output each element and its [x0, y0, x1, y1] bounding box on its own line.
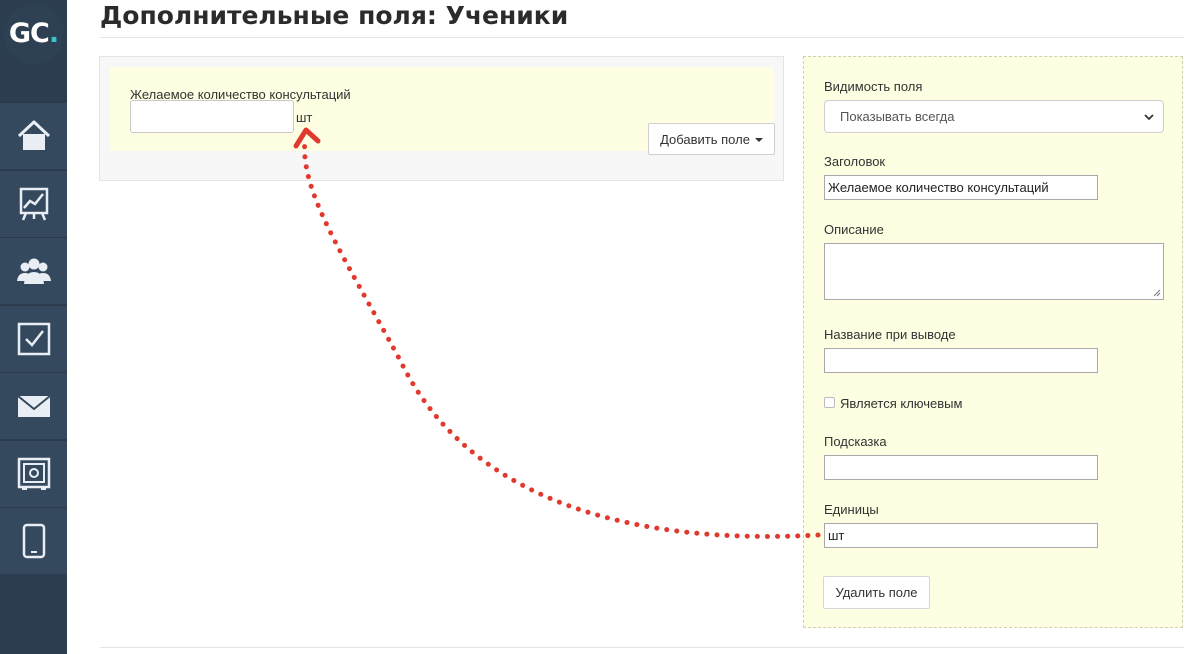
sidebar-item-users[interactable] [0, 237, 67, 304]
sidebar: GC. [0, 0, 67, 654]
description-label: Описание [824, 222, 884, 237]
units-input[interactable]: шт [824, 523, 1098, 548]
logo-cell[interactable]: GC. [0, 0, 67, 67]
sidebar-footer [0, 574, 67, 654]
checkbox-icon [17, 322, 50, 356]
mail-icon [16, 395, 51, 417]
heading-input-value: Желаемое количество консультаций [828, 180, 1049, 195]
bottom-divider [100, 647, 1184, 648]
add-field-button[interactable]: Добавить поле [648, 123, 775, 155]
field-preview-panel: Желаемое количество консультаций шт Доба… [99, 56, 784, 181]
logo-dot: . [48, 18, 59, 49]
is-key-label[interactable]: Является ключевым [840, 396, 962, 411]
preview-unit-label: шт [296, 110, 313, 125]
heading-label: Заголовок [824, 154, 886, 169]
resize-grip-icon[interactable] [1153, 289, 1161, 297]
sidebar-item-mobile[interactable] [0, 507, 67, 574]
delete-field-button[interactable]: Удалить поле [823, 576, 930, 609]
annotation-arrow-path [302, 137, 821, 539]
logo: GC. [3, 3, 64, 64]
hint-label: Подсказка [824, 434, 887, 449]
units-label: Единицы [824, 502, 879, 517]
chart-presentation-icon [19, 187, 48, 221]
add-field-label: Добавить поле [660, 131, 750, 147]
title-divider [100, 37, 1184, 38]
users-icon [16, 258, 51, 284]
visibility-select[interactable]: Показывать всегда [824, 100, 1164, 133]
field-settings-panel: Видимость поля Показывать всегда Заголов… [803, 56, 1183, 628]
visibility-label: Видимость поля [824, 79, 923, 94]
preview-field-input[interactable] [130, 100, 294, 133]
mobile-phone-icon [22, 523, 45, 559]
display-name-label: Название при выводе [824, 327, 956, 342]
sidebar-item-tasks[interactable] [0, 305, 67, 372]
visibility-select-value: Показывать всегда [840, 109, 955, 124]
sidebar-item-mail[interactable] [0, 372, 67, 439]
display-name-input[interactable] [824, 348, 1098, 373]
logo-g: G [8, 18, 31, 49]
page-title: Дополнительные поля: Ученики [100, 1, 569, 30]
caret-down-icon [754, 137, 763, 142]
safe-icon [17, 457, 50, 490]
units-input-value: шт [828, 528, 845, 543]
chevron-down-icon [1144, 114, 1154, 121]
home-icon [17, 120, 50, 150]
hint-input[interactable] [824, 455, 1098, 480]
description-textarea[interactable] [824, 243, 1164, 300]
sidebar-item-billing[interactable] [0, 440, 67, 507]
sidebar-item-analytics[interactable] [0, 170, 67, 237]
heading-input[interactable]: Желаемое количество консультаций [824, 175, 1098, 200]
sidebar-item-home[interactable] [0, 102, 67, 169]
logo-c: C [30, 18, 50, 49]
is-key-checkbox[interactable] [824, 397, 835, 408]
